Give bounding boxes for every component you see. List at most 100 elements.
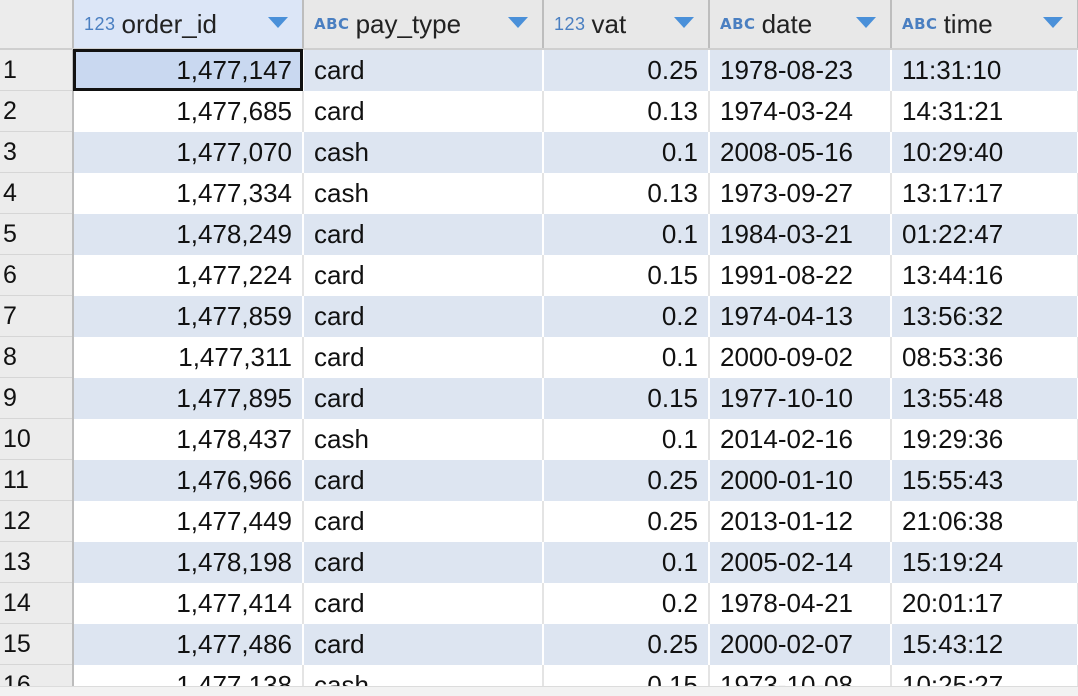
cell-pay-type[interactable]: card: [303, 623, 544, 665]
cell-order-id[interactable]: 1,477,685: [73, 90, 304, 132]
cell-time[interactable]: 14:31:21: [891, 90, 1078, 132]
cell-date[interactable]: 1973-09-27: [709, 172, 892, 214]
cell-vat[interactable]: 0.13: [543, 90, 710, 132]
cell-time[interactable]: 10:29:40: [891, 131, 1078, 173]
column-header-pay-type[interactable]: ABC pay_type: [303, 0, 544, 50]
cell-pay-type[interactable]: card: [303, 49, 544, 91]
cell-pay-type[interactable]: card: [303, 377, 544, 419]
row-number[interactable]: 15: [0, 623, 74, 665]
cell-time[interactable]: 15:55:43: [891, 459, 1078, 501]
cell-order-id[interactable]: 1,477,311: [73, 336, 304, 378]
row-number[interactable]: 6: [0, 254, 74, 296]
column-header-date[interactable]: ABC date: [709, 0, 892, 50]
cell-vat[interactable]: 0.25: [543, 623, 710, 665]
table-row[interactable]: 8 1,477,311 card 0.1 2000-09-02 08:53:36: [0, 336, 1078, 378]
row-number[interactable]: 14: [0, 582, 74, 624]
cell-time[interactable]: 13:55:48: [891, 377, 1078, 419]
cell-date[interactable]: 1977-10-10: [709, 377, 892, 419]
cell-vat[interactable]: 0.13: [543, 172, 710, 214]
cell-pay-type[interactable]: card: [303, 295, 544, 337]
sort-dropdown-icon[interactable]: [1043, 17, 1063, 28]
cell-date[interactable]: 1978-08-23: [709, 49, 892, 91]
table-row[interactable]: 7 1,477,859 card 0.2 1974-04-13 13:56:32: [0, 295, 1078, 337]
cell-vat[interactable]: 0.1: [543, 541, 710, 583]
table-row[interactable]: 5 1,478,249 card 0.1 1984-03-21 01:22:47: [0, 213, 1078, 255]
cell-time[interactable]: 01:22:47: [891, 213, 1078, 255]
cell-vat[interactable]: 0.25: [543, 500, 710, 542]
table-row[interactable]: 3 1,477,070 cash 0.1 2008-05-16 10:29:40: [0, 131, 1078, 173]
table-row[interactable]: 12 1,477,449 card 0.25 2013-01-12 21:06:38: [0, 500, 1078, 542]
cell-pay-type[interactable]: card: [303, 500, 544, 542]
cell-date[interactable]: 1984-03-21: [709, 213, 892, 255]
sort-dropdown-icon[interactable]: [508, 17, 528, 28]
cell-vat[interactable]: 0.15: [543, 254, 710, 296]
row-number-header[interactable]: [0, 0, 74, 50]
cell-vat[interactable]: 0.1: [543, 213, 710, 255]
cell-time[interactable]: 08:53:36: [891, 336, 1078, 378]
cell-time[interactable]: 19:29:36: [891, 418, 1078, 460]
cell-pay-type[interactable]: card: [303, 254, 544, 296]
cell-order-id[interactable]: 1,478,198: [73, 541, 304, 583]
cell-date[interactable]: 2013-01-12: [709, 500, 892, 542]
cell-vat[interactable]: 0.1: [543, 131, 710, 173]
cell-time[interactable]: 13:56:32: [891, 295, 1078, 337]
row-number[interactable]: 9: [0, 377, 74, 419]
row-number[interactable]: 10: [0, 418, 74, 460]
cell-order-id[interactable]: 1,477,859: [73, 295, 304, 337]
row-number[interactable]: 1: [0, 49, 74, 91]
cell-order-id[interactable]: 1,476,966: [73, 459, 304, 501]
cell-pay-type[interactable]: card: [303, 90, 544, 132]
column-header-vat[interactable]: 123 vat: [543, 0, 710, 50]
table-row[interactable]: 14 1,477,414 card 0.2 1978-04-21 20:01:17: [0, 582, 1078, 624]
cell-order-id[interactable]: 1,477,334: [73, 172, 304, 214]
table-row[interactable]: 2 1,477,685 card 0.13 1974-03-24 14:31:21: [0, 90, 1078, 132]
cell-date[interactable]: 1978-04-21: [709, 582, 892, 624]
row-number[interactable]: 5: [0, 213, 74, 255]
cell-date[interactable]: 1991-08-22: [709, 254, 892, 296]
cell-order-id[interactable]: 1,477,486: [73, 623, 304, 665]
row-number[interactable]: 4: [0, 172, 74, 214]
row-number[interactable]: 11: [0, 459, 74, 501]
cell-order-id[interactable]: 1,478,249: [73, 213, 304, 255]
table-row[interactable]: 9 1,477,895 card 0.15 1977-10-10 13:55:48: [0, 377, 1078, 419]
cell-order-id[interactable]: 1,477,449: [73, 500, 304, 542]
cell-order-id[interactable]: 1,478,437: [73, 418, 304, 460]
row-number[interactable]: 8: [0, 336, 74, 378]
cell-pay-type[interactable]: cash: [303, 418, 544, 460]
cell-date[interactable]: 2005-02-14: [709, 541, 892, 583]
cell-order-id[interactable]: 1,477,414: [73, 582, 304, 624]
cell-time[interactable]: 15:43:12: [891, 623, 1078, 665]
cell-date[interactable]: 2000-01-10: [709, 459, 892, 501]
row-number[interactable]: 13: [0, 541, 74, 583]
row-number[interactable]: 2: [0, 90, 74, 132]
sort-dropdown-icon[interactable]: [268, 17, 288, 28]
table-row[interactable]: 11 1,476,966 card 0.25 2000-01-10 15:55:43: [0, 459, 1078, 501]
table-row[interactable]: 15 1,477,486 card 0.25 2000-02-07 15:43:12: [0, 623, 1078, 665]
cell-time[interactable]: 13:17:17: [891, 172, 1078, 214]
cell-pay-type[interactable]: card: [303, 541, 544, 583]
cell-order-id[interactable]: 1,477,147: [73, 49, 304, 91]
cell-vat[interactable]: 0.1: [543, 336, 710, 378]
table-row[interactable]: 6 1,477,224 card 0.15 1991-08-22 13:44:16: [0, 254, 1078, 296]
sort-dropdown-icon[interactable]: [674, 17, 694, 28]
row-number[interactable]: 3: [0, 131, 74, 173]
cell-pay-type[interactable]: card: [303, 459, 544, 501]
column-header-time[interactable]: ABC time: [891, 0, 1078, 50]
cell-time[interactable]: 11:31:10: [891, 49, 1078, 91]
cell-vat[interactable]: 0.25: [543, 459, 710, 501]
cell-pay-type[interactable]: card: [303, 582, 544, 624]
cell-pay-type[interactable]: card: [303, 213, 544, 255]
cell-order-id[interactable]: 1,477,070: [73, 131, 304, 173]
cell-time[interactable]: 21:06:38: [891, 500, 1078, 542]
cell-vat[interactable]: 0.1: [543, 418, 710, 460]
cell-vat[interactable]: 0.2: [543, 582, 710, 624]
cell-date[interactable]: 2008-05-16: [709, 131, 892, 173]
cell-time[interactable]: 15:19:24: [891, 541, 1078, 583]
table-row[interactable]: 1 1,477,147 card 0.25 1978-08-23 11:31:10: [0, 49, 1078, 91]
cell-date[interactable]: 1974-04-13: [709, 295, 892, 337]
row-number[interactable]: 12: [0, 500, 74, 542]
cell-time[interactable]: 20:01:17: [891, 582, 1078, 624]
cell-vat[interactable]: 0.15: [543, 377, 710, 419]
cell-date[interactable]: 2000-09-02: [709, 336, 892, 378]
cell-vat[interactable]: 0.25: [543, 49, 710, 91]
